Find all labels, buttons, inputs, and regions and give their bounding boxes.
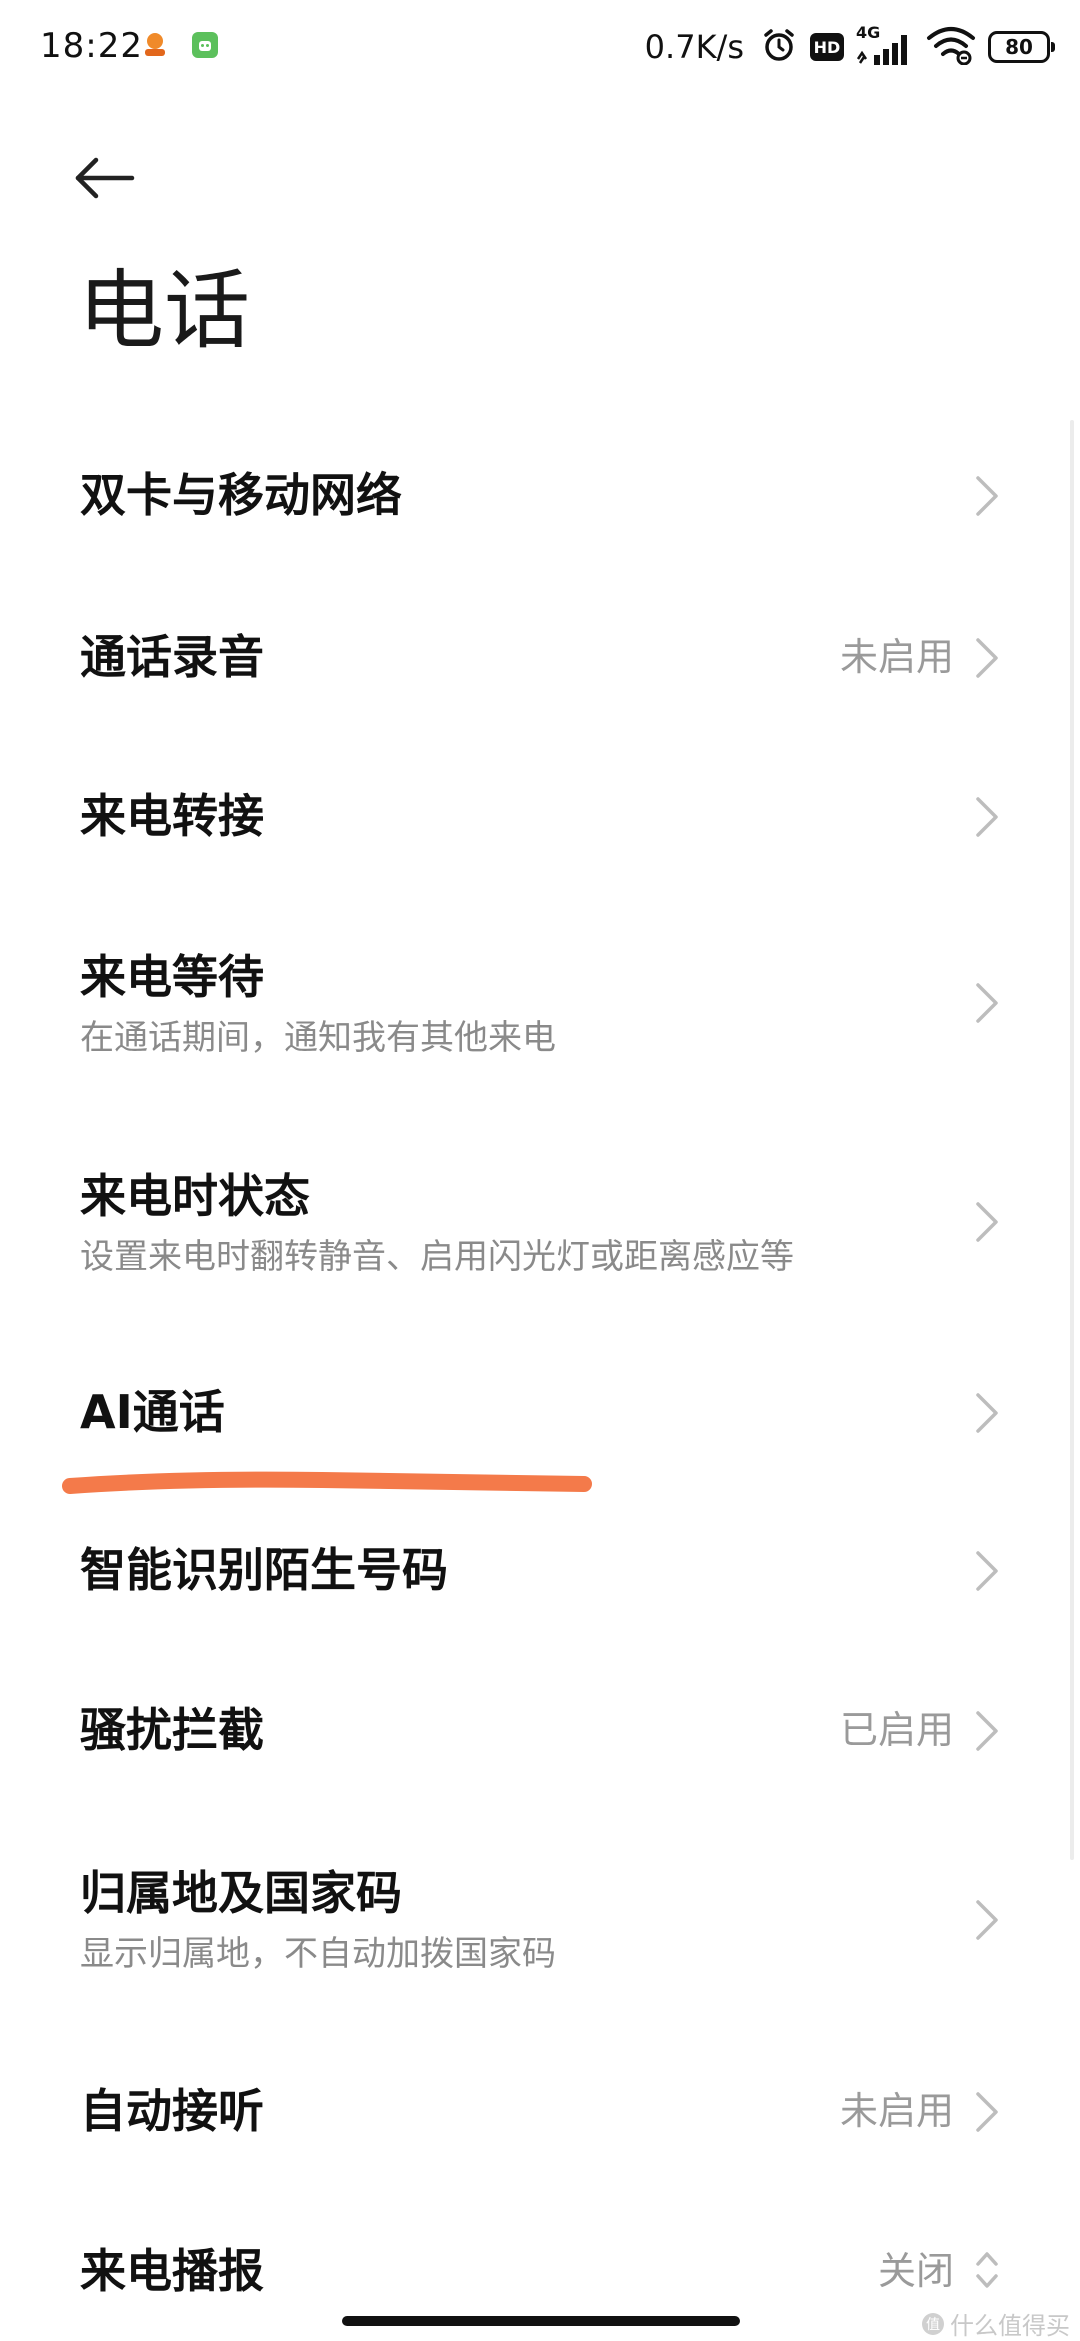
settings-item-caller-location[interactable]: 归属地及国家码 显示归属地，不自动加拨国家码 bbox=[0, 1810, 1080, 2030]
item-status-value: 未启用 bbox=[839, 2089, 954, 2133]
item-subtitle: 设置来电时翻转静音、启用闪光灯或距离感应等 bbox=[80, 1237, 794, 1277]
network-speed: 0.7K/s bbox=[644, 28, 744, 66]
item-title: AI通话 bbox=[80, 1385, 225, 1439]
chevron-up-down-icon bbox=[976, 2252, 998, 2288]
chevron-right-icon bbox=[976, 2092, 998, 2132]
app-notification-icon bbox=[140, 30, 170, 60]
item-title: 来电等待 bbox=[80, 950, 264, 1004]
item-status-value: 已启用 bbox=[839, 1708, 954, 1752]
status-right-group: 0.7K/s HD 4G 80 bbox=[644, 22, 1055, 72]
chevron-right-icon bbox=[976, 1551, 998, 1591]
item-title: 双卡与移动网络 bbox=[80, 468, 402, 522]
watermark-text: 什么值得买 bbox=[950, 2312, 1070, 2340]
watermark: 值 什么值得买 bbox=[922, 2306, 1070, 2341]
item-status-value: 关闭 bbox=[877, 2249, 954, 2293]
annotation-underline bbox=[62, 1471, 592, 1494]
arrow-left-icon bbox=[75, 157, 135, 199]
settings-item-call-forwarding[interactable]: 来电转接 bbox=[0, 735, 1080, 895]
back-button[interactable] bbox=[72, 138, 162, 218]
alarm-icon bbox=[760, 26, 798, 68]
page-title: 电话 bbox=[78, 261, 250, 361]
settings-item-spam-blocking[interactable]: 骚扰拦截 已启用 bbox=[0, 1645, 1080, 1810]
status-bar: 18:22 0.7K/s HD 4G 80 bbox=[0, 0, 1080, 96]
item-title: 骚扰拦截 bbox=[80, 1703, 264, 1757]
watermark-logo-icon: 值 bbox=[922, 2312, 944, 2335]
item-subtitle: 显示归属地，不自动加拨国家码 bbox=[80, 1934, 556, 1974]
item-title: 自动接听 bbox=[80, 2084, 264, 2138]
chevron-right-icon bbox=[976, 1711, 998, 1751]
chevron-right-icon bbox=[976, 797, 998, 837]
item-title: 通话录音 bbox=[80, 630, 264, 684]
item-subtitle: 在通话期间，通知我有其他来电 bbox=[80, 1018, 556, 1058]
settings-item-dual-sim[interactable]: 双卡与移动网络 bbox=[0, 420, 1080, 570]
chevron-right-icon bbox=[976, 1202, 998, 1242]
item-title: 智能识别陌生号码 bbox=[80, 1543, 448, 1597]
item-title: 来电时状态 bbox=[80, 1169, 310, 1223]
settings-item-incoming-call-state[interactable]: 来电时状态 设置来电时翻转静音、启用闪光灯或距离感应等 bbox=[0, 1110, 1080, 1325]
battery-indicator: 80 bbox=[988, 31, 1055, 63]
settings-item-call-waiting[interactable]: 来电等待 在通话期间，通知我有其他来电 bbox=[0, 895, 1080, 1110]
home-indicator[interactable] bbox=[342, 2316, 740, 2326]
cellular-signal-icon: 4G bbox=[856, 23, 914, 67]
scrollbar[interactable] bbox=[1070, 420, 1074, 1860]
item-status-value: 未启用 bbox=[839, 635, 954, 679]
status-time: 18:22 bbox=[40, 26, 143, 66]
settings-item-identify-unknown-numbers[interactable]: 智能识别陌生号码 bbox=[0, 1485, 1080, 1645]
chevron-right-icon bbox=[976, 1900, 998, 1940]
item-title: 归属地及国家码 bbox=[80, 1866, 402, 1920]
chevron-right-icon bbox=[976, 638, 998, 678]
chevron-right-icon bbox=[976, 983, 998, 1023]
settings-item-ai-call[interactable]: AI通话 bbox=[0, 1325, 1080, 1485]
settings-list: 双卡与移动网络 通话录音 未启用 来电转接 来电等待 在通话期间，通知我有其他来… bbox=[0, 420, 1080, 2340]
hd-badge: HD bbox=[810, 33, 844, 61]
item-title: 来电转接 bbox=[80, 789, 264, 843]
chevron-right-icon bbox=[976, 1393, 998, 1433]
settings-item-auto-answer[interactable]: 自动接听 未启用 bbox=[0, 2030, 1080, 2190]
item-title: 来电播报 bbox=[80, 2244, 264, 2298]
settings-item-call-recording[interactable]: 通话录音 未启用 bbox=[0, 570, 1080, 735]
android-notification-icon bbox=[190, 30, 220, 60]
chevron-right-icon bbox=[976, 476, 998, 516]
wifi-icon bbox=[926, 25, 976, 69]
